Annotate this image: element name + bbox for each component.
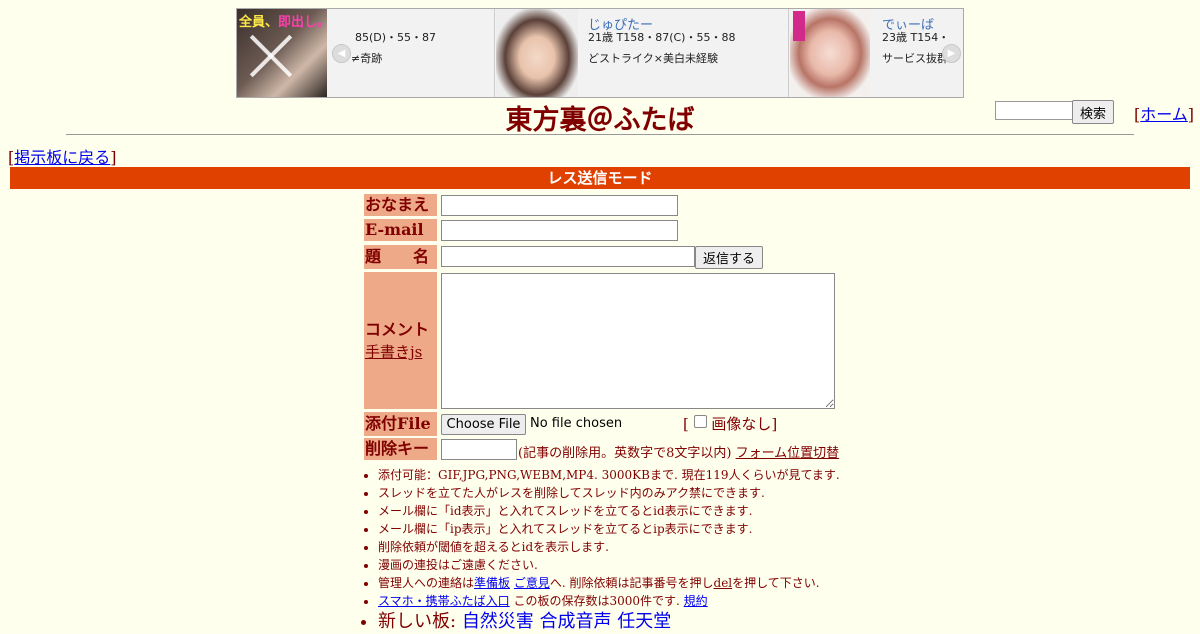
list-item: メール欄に「id表示」と入れてスレッドを立てるとid表示にできます. xyxy=(378,502,898,520)
list-item: 漫画の連投はご遠慮ください. xyxy=(378,556,898,574)
mobile-entry-link[interactable]: スマホ・携帯ふたば入口 xyxy=(378,594,510,608)
rules-link[interactable]: 規約 xyxy=(684,594,708,608)
del-text: del xyxy=(713,576,733,590)
comment-textarea[interactable] xyxy=(441,273,835,409)
ad-banner[interactable]: 全員、即出し。 ◀ 85(D)・55・87 ≠奇跡 じゅぴたー 21歳 T158… xyxy=(236,8,964,98)
comment-label: コメント xyxy=(365,320,430,339)
subject-field[interactable] xyxy=(441,246,695,267)
back-link-wrap: [掲示板に戻る] xyxy=(8,148,117,167)
title-divider xyxy=(66,134,1134,135)
delete-key-field[interactable] xyxy=(441,439,517,460)
choose-file-button[interactable]: Choose File xyxy=(441,414,526,435)
ad-spec-2: 21歳 T158・87(C)・55・88 xyxy=(588,31,736,44)
no-image-option[interactable]: [ 画像なし] xyxy=(683,413,777,434)
new-boards-label: 新しい板: xyxy=(378,611,457,632)
ad-thumbnail-3 xyxy=(790,9,870,97)
list-item: メール欄に「ip表示」と入れてスレッドを立てるとip表示にできます. xyxy=(378,520,898,538)
list-item: 添付可能：GIF,JPG,PNG,WEBM,MP4. 3000KBまで. 現在1… xyxy=(378,466,898,484)
note-text: へ. 削除依頼は記事番号を押し xyxy=(549,576,714,590)
subject-label: 題 名 xyxy=(364,245,437,269)
list-item: 新しい板: 自然災害 合成音声 任天堂 xyxy=(378,610,898,634)
ad-spec-1: 85(D)・55・87 xyxy=(355,31,437,44)
ad-slot-1[interactable]: 全員、即出し。 ◀ 85(D)・55・87 ≠奇跡 xyxy=(237,9,493,97)
email-label: E-mail xyxy=(364,219,437,241)
ad-divider xyxy=(788,9,789,97)
name-label: おなまえ xyxy=(364,194,437,216)
note-text: 管理人への連絡は xyxy=(378,576,475,590)
board-link-nintendo[interactable]: 任天堂 xyxy=(617,611,671,632)
junbi-board-link[interactable]: 準備板 xyxy=(474,576,510,590)
ad-slot-3[interactable]: でぃーば 23歳 T154・ サービス抜群 ▶ xyxy=(790,9,963,97)
note-text: この板の保存数は3000件です. xyxy=(513,594,680,608)
ad-badge-text: 全員、 xyxy=(239,15,279,30)
submit-reply-button[interactable]: 返信する xyxy=(695,246,763,269)
feedback-link[interactable]: ご意見 xyxy=(514,576,550,590)
ad-catch-2: どストライク×美白未経験 xyxy=(588,52,718,65)
reply-mode-bar: レス送信モード xyxy=(10,167,1190,189)
chevron-right-icon[interactable]: ▶ xyxy=(942,44,961,63)
board-link-disaster[interactable]: 自然災害 xyxy=(462,611,534,632)
ad-spec-3: 23歳 T154・ xyxy=(882,31,950,44)
board-link-voice[interactable]: 合成音声 xyxy=(540,611,612,632)
file-label: 添付File xyxy=(364,412,437,436)
email-field[interactable] xyxy=(441,220,678,241)
ad-badge-text-pink: 即出し。 xyxy=(278,15,331,30)
list-item: 削除依頼が閾値を超えるとidを表示します. xyxy=(378,538,898,556)
ad-thumbnail-1: 全員、即出し。 xyxy=(237,9,331,97)
ad-catch-3: サービス抜群 xyxy=(882,52,948,65)
board-notes: 添付可能：GIF,JPG,PNG,WEBM,MP4. 3000KBまで. 現在1… xyxy=(360,466,898,634)
ad-thumbnail-2 xyxy=(496,9,578,97)
no-image-label: 画像なし xyxy=(711,415,772,433)
file-status-text: No file chosen xyxy=(530,416,623,431)
delete-key-note-wrap: (記事の削除用。英数字で8文字以内) フォーム位置切替 xyxy=(518,442,839,461)
list-item: 管理人への連絡は準備板 ご意見へ. 削除依頼は記事番号を押しdelを押して下さい… xyxy=(378,574,898,592)
tegaki-link[interactable]: 手書きjs xyxy=(365,343,422,361)
note-text: を押して下さい. xyxy=(732,576,820,590)
ad-catch-1: ≠奇跡 xyxy=(351,52,383,65)
cross-mark-icon xyxy=(249,34,293,78)
chevron-left-icon[interactable]: ◀ xyxy=(332,44,351,63)
delete-key-label: 削除キー xyxy=(364,438,437,460)
list-item: スレッドを立てた人がレスを削除してスレッド内のみアク禁にできます. xyxy=(378,484,898,502)
form-position-toggle-link[interactable]: フォーム位置切替 xyxy=(736,446,840,461)
ad-tag-icon xyxy=(793,11,805,41)
delete-key-note: (記事の削除用。英数字で8文字以内) xyxy=(518,446,732,461)
ad-divider xyxy=(494,9,495,97)
name-field[interactable] xyxy=(441,195,678,216)
list-item: スマホ・携帯ふたば入口 この板の保存数は3000件です. 規約 xyxy=(378,592,898,610)
comment-label-cell: コメント 手書きjs xyxy=(364,272,437,409)
ad-slot-2[interactable]: じゅぴたー 21歳 T158・87(C)・55・88 どストライク×美白未経験 xyxy=(496,9,788,97)
back-to-board-link[interactable]: 掲示板に戻る xyxy=(14,148,110,167)
no-image-checkbox[interactable] xyxy=(693,415,707,428)
page-title: 東方裏＠ふたば xyxy=(505,105,695,136)
